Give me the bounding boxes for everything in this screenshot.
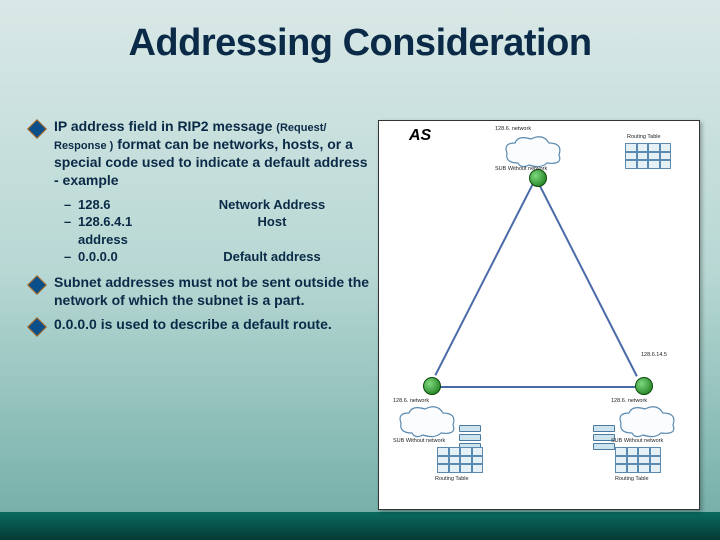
label-net-a: 128.6. network [495,127,531,133]
sub-1: – 128.6 Network Address [64,196,370,214]
router-node-c [635,377,653,395]
diamond-icon [27,317,47,337]
network-diagram: AS Routing Table 128.6. network SUB With… [378,120,700,510]
edge-bc [433,386,643,388]
sub-3-right: Default address [174,248,370,266]
sub-3-left: 0.0.0.0 [78,248,174,266]
bullet-1: IP address field in RIP2 message (Reques… [30,118,370,190]
bullet-1-text: IP address field in RIP2 message (Reques… [54,118,370,190]
sub-1-right: Network Address [174,196,370,214]
sub-3: – 0.0.0.0 Default address [64,248,370,266]
sub-2-left: 128.6.4.1 [78,213,174,231]
label-sub-c: SUB Without network [611,439,663,445]
text-content: IP address field in RIP2 message (Reques… [30,118,370,340]
sub-2: – 128.6.4.1 Host [64,213,370,231]
dash-icon: – [64,196,78,214]
label-ip-c: 128.6.14.5 [641,353,667,359]
sub-1-left: 128.6 [78,196,174,214]
routing-table-icon [615,447,661,473]
dash-icon: – [64,248,78,266]
cloud-icon [397,405,457,439]
routing-table-icon [625,143,671,169]
decorative-band [0,512,720,540]
sub-2b: address [64,231,370,249]
sub-list: – 128.6 Network Address – 128.6.4.1 Host… [64,196,370,266]
label-sub-b: SUB Without network [393,439,445,445]
as-label: AS [409,127,431,145]
sub-2-right: Host [174,213,370,231]
edge-ab [434,177,537,376]
page-title: Addressing Consideration [0,22,720,65]
cloud-icon [617,405,677,439]
edge-ac [535,178,638,377]
cloud-icon [503,135,563,169]
router-node-b [423,377,441,395]
label-sub-a: SUB Without network [495,167,547,173]
bullet-3: 0.0.0.0 is used to describe a default ro… [30,316,370,334]
label-net-c: 128.6. network [611,399,647,405]
diamond-icon [27,119,47,139]
diamond-icon [27,275,47,295]
dash-spacer [64,231,78,249]
bullet-3-text: 0.0.0.0 is used to describe a default ro… [54,316,370,334]
label-rt-c: Routing Table [615,477,649,483]
routing-table-icon [437,447,483,473]
bullet-2: Subnet addresses must not be sent outsid… [30,274,370,310]
label-routing-table: Routing Table [627,135,661,141]
label-rt-b: Routing Table [435,477,469,483]
sub-2-extra: address [78,231,174,249]
bullet-1-prefix: IP address field in RIP2 message [54,118,272,134]
label-net-b: 128.6. network [393,399,429,405]
bullet-2-text: Subnet addresses must not be sent outsid… [54,274,370,310]
dash-icon: – [64,213,78,231]
